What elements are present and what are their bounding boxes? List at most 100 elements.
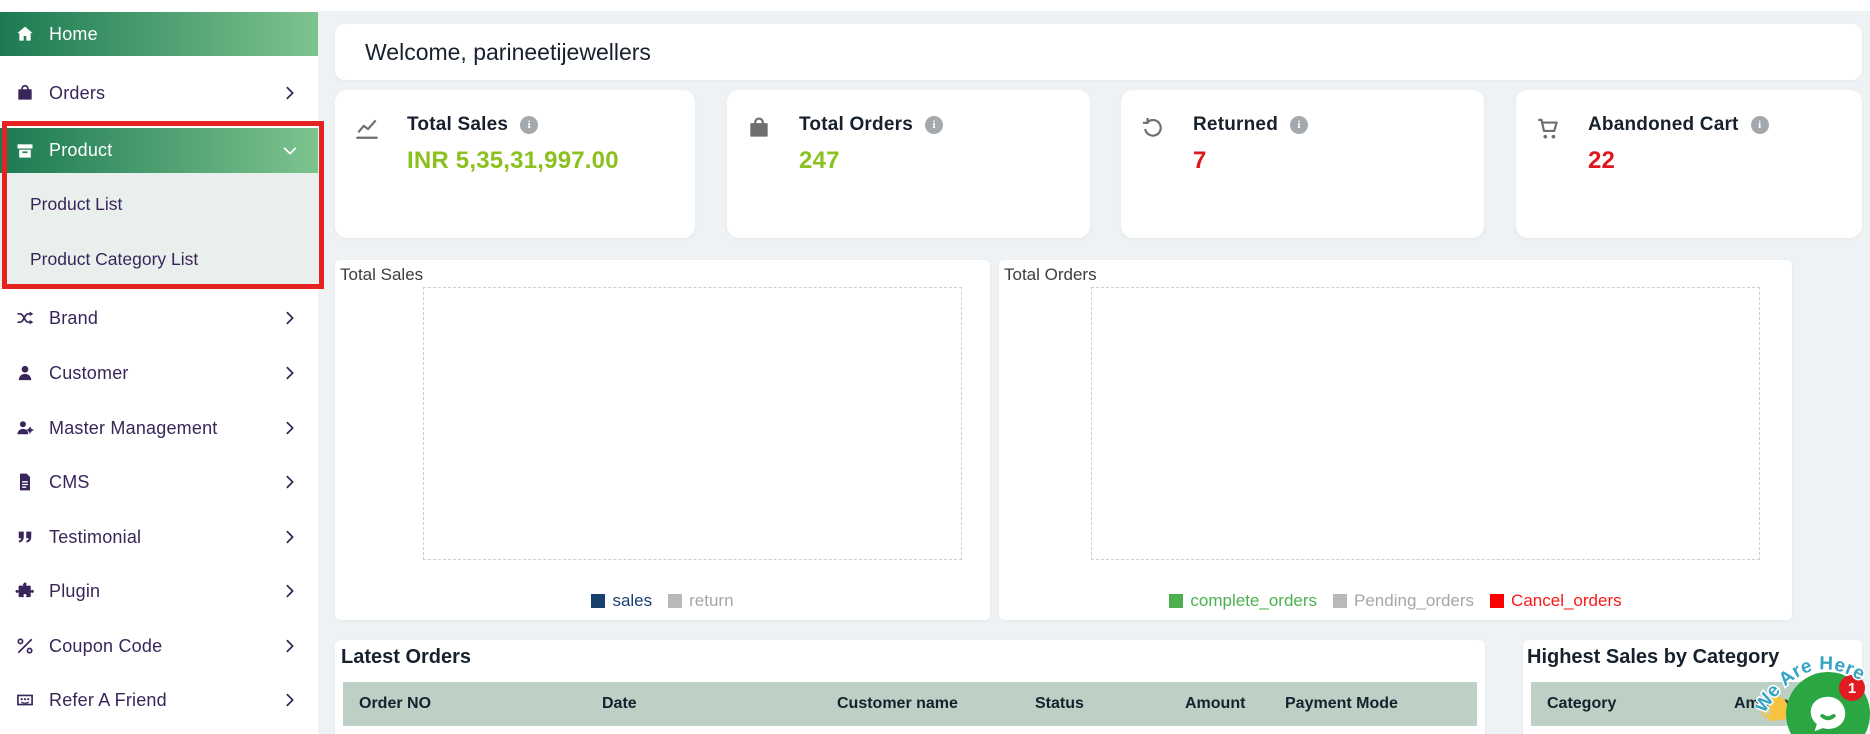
sidebar-item-label: Coupon Code: [49, 636, 162, 657]
sidebar-item-cms[interactable]: CMS: [0, 460, 318, 504]
sidebar-item-label: Product: [49, 140, 112, 161]
plugin-puzzle-icon: [14, 580, 36, 602]
legend-swatch: [1490, 594, 1504, 608]
stat-value: 247: [799, 147, 840, 175]
sidebar-item-brand[interactable]: Brand: [0, 296, 318, 340]
sidebar-item-label: Orders: [49, 83, 105, 104]
sidebar-item-customer[interactable]: Customer: [0, 351, 318, 395]
legend-label: sales: [612, 591, 652, 611]
chevron-right-icon: [282, 583, 298, 599]
highest-sales-title: Highest Sales by Category: [1527, 646, 1779, 669]
sidebar-item-label: Refer A Friend: [49, 690, 167, 711]
stat-title: Returned: [1193, 114, 1278, 136]
stat-card-total-sales: Total Sales INR 5,35,31,997.00: [335, 90, 695, 238]
sidebar-item-label: Brand: [49, 308, 98, 329]
sidebar-item-master-management[interactable]: Master Management: [0, 406, 318, 450]
column-header: Date: [588, 695, 823, 713]
latest-orders-title: Latest Orders: [341, 646, 471, 669]
welcome-text: Welcome, parineetijewellers: [365, 39, 651, 66]
chevron-down-icon: [282, 143, 298, 159]
sales-plot-area: [423, 287, 962, 560]
stat-card-total-orders: Total Orders 247: [727, 90, 1090, 238]
total-orders-chart-card: Total Orders complete_orders Pending_ord…: [999, 260, 1792, 620]
dashboard-screen: Home Orders Product Product List Product…: [0, 0, 1870, 734]
sidebar-item-orders[interactable]: Orders: [0, 71, 318, 115]
orders-bag-icon: [14, 82, 36, 104]
sidebar-item-coupon-code[interactable]: Coupon Code: [0, 624, 318, 668]
info-icon[interactable]: [1751, 116, 1769, 134]
sidebar-item-product[interactable]: Product: [0, 128, 318, 173]
chevron-right-icon: [282, 310, 298, 326]
legend-swatch: [1169, 594, 1183, 608]
sidebar-item-label: Testimonial: [49, 527, 141, 548]
rotate-ccw-icon: [1140, 115, 1166, 141]
legend-item-sales[interactable]: sales: [591, 591, 652, 611]
column-header: Amount: [1171, 695, 1271, 713]
info-icon[interactable]: [1290, 116, 1308, 134]
bag-icon: [746, 115, 772, 141]
chat-notification-badge: 1: [1839, 675, 1865, 701]
info-icon[interactable]: [520, 116, 538, 134]
legend-label: Pending_orders: [1354, 591, 1474, 611]
column-header: Status: [1021, 695, 1171, 713]
master-management-icon: [14, 417, 36, 439]
legend-item-complete-orders[interactable]: complete_orders: [1169, 591, 1317, 611]
cms-file-icon: [14, 471, 36, 493]
coupon-percent-icon: [14, 635, 36, 657]
product-submenu: Product List Product Category List: [0, 173, 318, 287]
stat-value: 22: [1588, 147, 1615, 175]
legend-item-cancel-orders[interactable]: Cancel_orders: [1490, 591, 1622, 611]
sidebar-item-label: Plugin: [49, 581, 100, 602]
sales-chart-legend: sales return: [335, 591, 990, 611]
chart-line-icon: [354, 115, 380, 141]
testimonial-quote-icon: [14, 526, 36, 548]
legend-swatch: [1333, 594, 1347, 608]
chevron-right-icon: [282, 692, 298, 708]
legend-swatch: [668, 594, 682, 608]
sidebar-item-home[interactable]: Home: [0, 12, 318, 56]
column-header: Category: [1531, 695, 1720, 713]
sidebar-item-label: Master Management: [49, 418, 217, 439]
legend-label: complete_orders: [1190, 591, 1317, 611]
chevron-right-icon: [282, 638, 298, 654]
orders-plot-area: [1091, 287, 1760, 560]
submenu-item-label: Product List: [30, 194, 122, 215]
chart-title: Total Orders: [1004, 265, 1097, 285]
chart-title: Total Sales: [340, 265, 423, 285]
sidebar-item-label: CMS: [49, 472, 90, 493]
sidebar-item-refer-a-friend[interactable]: Refer A Friend: [0, 678, 318, 722]
legend-item-return[interactable]: return: [668, 591, 733, 611]
sidebar-item-product-list[interactable]: Product List: [0, 182, 318, 226]
cart-icon: [1535, 115, 1561, 141]
sidebar-item-label: Customer: [49, 363, 129, 384]
column-header: Payment Mode: [1271, 695, 1398, 713]
chevron-right-icon: [282, 420, 298, 436]
legend-item-pending-orders[interactable]: Pending_orders: [1333, 591, 1474, 611]
brand-shuffle-icon: [14, 307, 36, 329]
legend-swatch: [591, 594, 605, 608]
total-sales-chart-card: Total Sales sales return: [335, 260, 990, 620]
sidebar-item-label: Home: [49, 24, 98, 45]
chevron-right-icon: [282, 474, 298, 490]
stat-value: INR 5,35,31,997.00: [407, 147, 619, 175]
stat-card-abandoned-cart: Abandoned Cart 22: [1516, 90, 1862, 238]
home-icon: [14, 23, 36, 45]
stat-card-returned: Returned 7: [1121, 90, 1484, 238]
product-box-icon: [14, 140, 36, 162]
customer-person-icon: [14, 362, 36, 384]
sidebar-item-plugin[interactable]: Plugin: [0, 569, 318, 613]
submenu-item-label: Product Category List: [30, 249, 198, 270]
legend-label: return: [689, 591, 733, 611]
sidebar-item-product-category-list[interactable]: Product Category List: [0, 237, 318, 281]
column-header: Customer name: [823, 695, 1021, 713]
stat-title: Total Orders: [799, 114, 913, 136]
info-icon[interactable]: [925, 116, 943, 134]
stat-title: Abandoned Cart: [1588, 114, 1739, 136]
refer-friend-icon: [14, 689, 36, 711]
latest-orders-header-row: Order NO Date Customer name Status Amoun…: [343, 682, 1477, 726]
orders-chart-legend: complete_orders Pending_orders Cancel_or…: [999, 591, 1792, 611]
stat-value: 7: [1193, 147, 1207, 175]
stat-title: Total Sales: [407, 114, 508, 136]
sidebar-item-testimonial[interactable]: Testimonial: [0, 515, 318, 559]
latest-orders-card: Latest Orders Order NO Date Customer nam…: [335, 640, 1485, 734]
